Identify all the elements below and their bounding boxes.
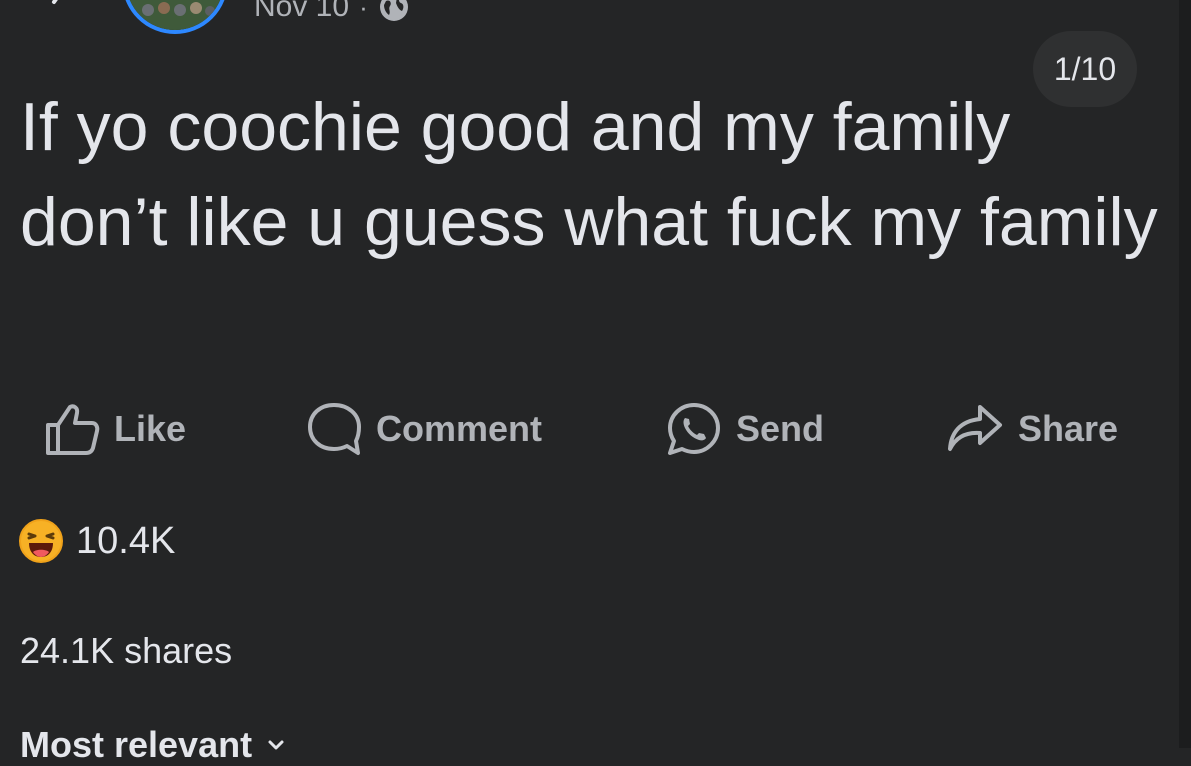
thumbs-up-icon [46, 404, 100, 455]
post-action-bar: Like Comment Send Share [0, 398, 1179, 460]
send-label: Send [736, 408, 825, 449]
chevron-down-icon [268, 740, 284, 750]
comment-icon [308, 403, 361, 455]
reaction-summary[interactable]: 10.4K [18, 517, 175, 565]
comment-label: Comment [376, 408, 543, 449]
share-button[interactable]: Share [946, 398, 1118, 460]
share-icon [948, 405, 1002, 451]
like-button[interactable]: Like [44, 398, 186, 460]
comment-button[interactable]: Comment [306, 398, 542, 460]
post-text: If yo coochie good and my family don’t l… [20, 89, 1158, 260]
meta-separator: · [359, 0, 368, 22]
like-label: Like [114, 408, 187, 449]
right-edge-strip [1179, 0, 1191, 748]
whatsapp-icon [668, 403, 720, 455]
sort-label: Most relevant [20, 724, 253, 765]
post-meta: Nov 10 · [254, 0, 410, 24]
haha-emoji-icon [19, 519, 63, 563]
post-header: Nov 10 · [0, 0, 1179, 40]
back-icon[interactable] [44, 0, 68, 14]
reaction-count: 10.4K [76, 519, 176, 562]
profile-avatar[interactable] [122, 0, 228, 34]
send-button[interactable]: Send [666, 398, 824, 460]
comments-sort-dropdown[interactable]: Most relevant [20, 724, 286, 766]
post-date[interactable]: Nov 10 [254, 0, 349, 24]
globe-icon[interactable] [378, 0, 410, 23]
share-count[interactable]: 24.1K shares [20, 630, 232, 672]
share-label: Share [1018, 408, 1119, 449]
